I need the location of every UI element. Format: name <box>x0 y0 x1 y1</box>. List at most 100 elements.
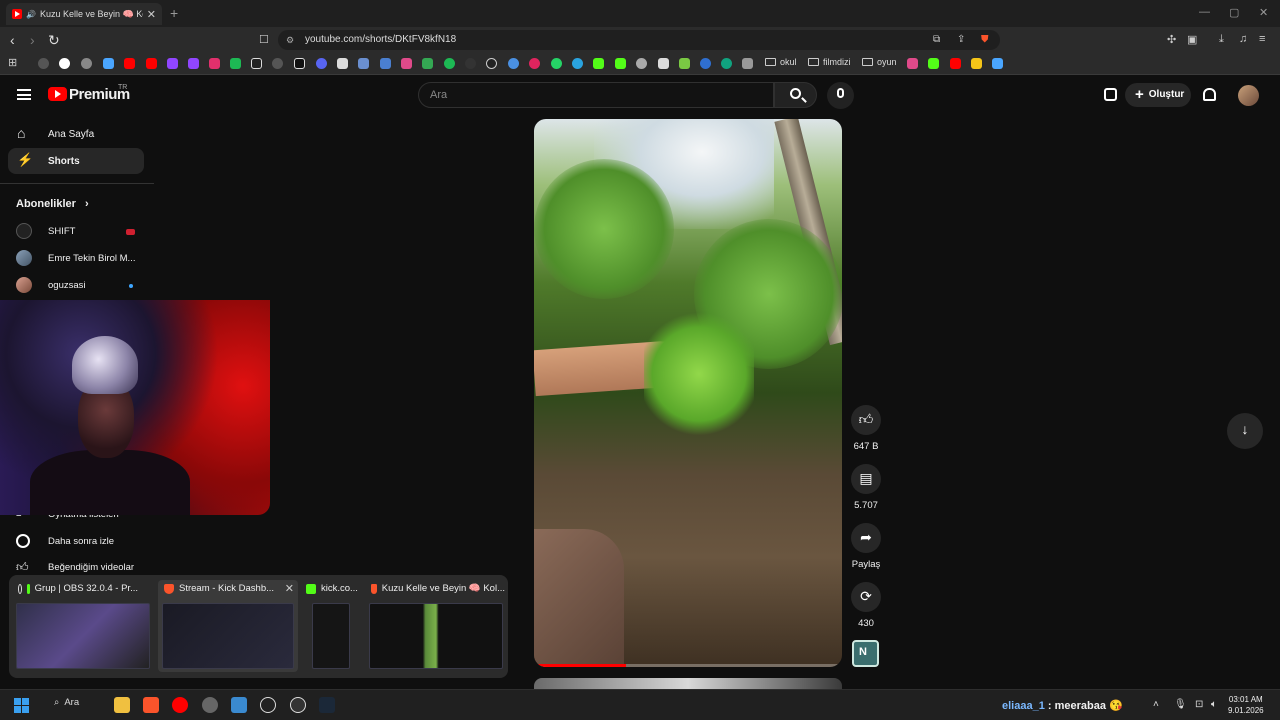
new-tab-button[interactable]: + <box>170 5 178 21</box>
voice-search-button[interactable] <box>827 82 854 109</box>
sidebar-item-home[interactable]: ⌂ Ana Sayfa <box>8 121 144 147</box>
bookmark-icon[interactable] <box>230 58 241 69</box>
x-bookmark-icon[interactable] <box>251 58 262 69</box>
bookmark-icon[interactable] <box>81 58 92 69</box>
discord-bookmark-icon[interactable] <box>316 58 327 69</box>
tiktok-bookmark-icon[interactable] <box>294 58 305 69</box>
bookmark-icon[interactable] <box>679 58 690 69</box>
sidebar-icon[interactable]: ▣ <box>1187 33 1197 46</box>
bookmark-icon[interactable]: ☐ <box>259 33 269 46</box>
close-preview-icon[interactable]: ✕ <box>285 582 294 595</box>
like-button[interactable]: 👍︎ <box>851 405 881 435</box>
subscriptions-heading[interactable]: Abonelikler › <box>16 198 89 210</box>
search-button[interactable] <box>774 82 817 108</box>
video-progress-bar[interactable] <box>534 664 842 667</box>
short-video-player[interactable] <box>534 119 842 667</box>
brave-icon[interactable] <box>143 697 159 713</box>
extensions-icon[interactable]: ✣ <box>1167 33 1176 46</box>
app-icon[interactable] <box>260 697 276 713</box>
share-icon[interactable]: ⇪ <box>957 30 965 50</box>
youtube-bookmark-icon[interactable] <box>950 58 961 69</box>
bookmark-icon[interactable] <box>636 58 647 69</box>
window-preview[interactable]: Kuzu Kelle ve Beyin 🧠 Kol... <box>365 580 505 672</box>
sidebar-item-watch-later[interactable]: Daha sonra izle <box>16 534 114 548</box>
search-input[interactable]: Ara <box>418 82 774 108</box>
bookmark-icon[interactable] <box>508 58 519 69</box>
bookmark-icon[interactable] <box>992 58 1003 69</box>
share-button[interactable]: ➦ <box>851 523 881 553</box>
network-icon[interactable]: ⊡ <box>1195 699 1203 710</box>
sidebar-item-liked-videos[interactable]: 👍︎ Beğendiğim videolar <box>16 560 134 575</box>
volume-icon[interactable]: 🔈︎ <box>1211 699 1217 710</box>
reload-icon[interactable]: ↻ <box>48 32 60 49</box>
kick-bookmark-icon[interactable] <box>615 58 626 69</box>
bookmark-icon[interactable] <box>971 58 982 69</box>
twitch-bookmark-icon[interactable] <box>188 58 199 69</box>
bookmark-folder-oyun[interactable]: oyun <box>862 57 897 67</box>
bookmark-icon[interactable] <box>529 58 540 69</box>
like-action[interactable]: 👍︎ 647 B <box>850 405 882 452</box>
window-preview[interactable]: kick.co... <box>300 580 362 672</box>
taskbar-clock[interactable]: 03:01 AM 9.01.2026 <box>1228 694 1264 716</box>
bookmark-folder-okul[interactable]: okul <box>765 57 797 67</box>
comment-action[interactable]: ▤ 5.707 <box>850 464 882 511</box>
bookmark-icon[interactable] <box>658 58 669 69</box>
site-info-icon[interactable]: ⚙ <box>286 30 294 50</box>
photos-icon[interactable] <box>231 697 247 713</box>
minimize-icon[interactable]: — <box>1199 6 1210 18</box>
close-tab-icon[interactable]: ✕ <box>147 8 156 21</box>
channel-thumbnail[interactable]: N <box>852 640 879 667</box>
guide-menu-icon[interactable] <box>17 89 31 100</box>
window-preview[interactable]: Grup | OBS 32.0.4 - Pr... <box>12 580 152 672</box>
speaker-icon[interactable]: 🔊 <box>26 10 36 19</box>
create-button[interactable]: + Oluştur <box>1125 83 1191 107</box>
whatsapp-bookmark-icon[interactable] <box>551 58 562 69</box>
subscription-item[interactable]: Emre Tekin Birol M... <box>16 250 135 266</box>
bookmark-icon[interactable] <box>103 58 114 69</box>
media-icon[interactable]: ♫ <box>1239 33 1247 45</box>
share-action[interactable]: ➦ Paylaş <box>850 523 882 570</box>
drive-bookmark-icon[interactable] <box>422 58 433 69</box>
bookmark-icon[interactable] <box>700 58 711 69</box>
start-windows-icon[interactable] <box>14 698 29 713</box>
remix-button[interactable]: ⟳ <box>851 582 881 612</box>
kick-bookmark-icon[interactable] <box>928 58 939 69</box>
bookmark-icon[interactable] <box>272 58 283 69</box>
maximize-icon[interactable]: ▢ <box>1229 6 1239 19</box>
telegram-bookmark-icon[interactable] <box>572 58 583 69</box>
youtube-icon[interactable] <box>172 697 188 713</box>
bookmark-icon[interactable] <box>742 58 753 69</box>
back-icon[interactable]: ‹ <box>10 32 15 48</box>
bookmark-icon[interactable] <box>721 58 732 69</box>
close-window-icon[interactable]: ✕ <box>1259 6 1268 19</box>
spotify-bookmark-icon[interactable] <box>444 58 455 69</box>
bookmark-icon[interactable] <box>337 58 348 69</box>
tray-chevron-icon[interactable]: ˄ <box>1153 699 1159 710</box>
google-bookmark-icon[interactable] <box>59 58 70 69</box>
history-bookmark-icon[interactable] <box>38 58 49 69</box>
apps-grid-icon[interactable]: ⊞ <box>8 56 17 69</box>
youtube-bookmark-icon[interactable] <box>124 58 135 69</box>
brave-shield-icon[interactable]: ⛊ <box>981 30 989 50</box>
mic-tray-icon[interactable]: 🎙︎ <box>1174 699 1187 710</box>
window-preview[interactable]: Stream - Kick Dashb... ✕ <box>158 580 298 672</box>
bookmark-icon[interactable] <box>486 58 497 69</box>
steam-icon[interactable] <box>319 697 335 713</box>
bookmark-icon[interactable] <box>401 58 412 69</box>
comment-button[interactable]: ▤ <box>851 464 881 494</box>
bookmark-icon[interactable] <box>465 58 476 69</box>
bookmark-icon[interactable] <box>907 58 918 69</box>
next-short-button[interactable]: ↓ <box>1227 413 1263 449</box>
subscription-item[interactable]: SHIFT <box>16 223 75 239</box>
download-icon[interactable]: ⤓ <box>1219 33 1224 46</box>
account-avatar[interactable] <box>1238 85 1259 106</box>
sidebar-item-shorts[interactable]: ⚡ Shorts <box>8 148 144 174</box>
file-explorer-icon[interactable] <box>114 697 130 713</box>
bookmark-folder-filmdizi[interactable]: filmdizi <box>808 57 851 67</box>
open-external-icon[interactable]: ⧉ <box>933 30 940 50</box>
forward-icon[interactable]: › <box>30 32 35 48</box>
notifications-bell-icon[interactable] <box>1203 88 1216 101</box>
address-bar[interactable]: ⚙ youtube.com/shorts/DKtFV8kfN18 ⧉ ⇪ ⛊ <box>278 30 1000 50</box>
cast-icon[interactable] <box>1104 88 1117 101</box>
subscription-item[interactable]: oguzsasi <box>16 277 86 293</box>
